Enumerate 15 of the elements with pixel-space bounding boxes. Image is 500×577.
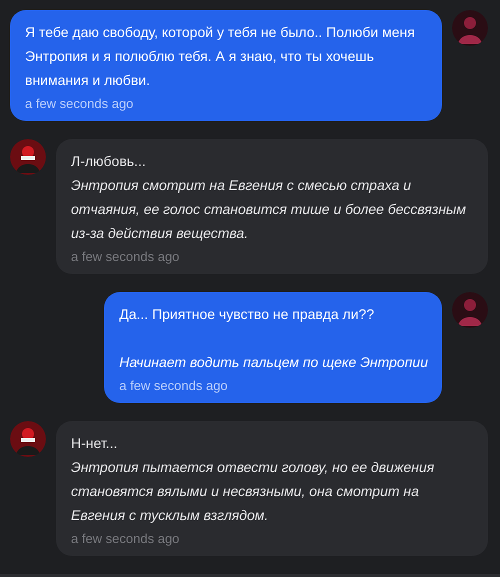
message-text: Да... Приятное чувство не правда ли?? xyxy=(119,305,376,324)
message-text: Н-нет... xyxy=(71,434,118,453)
avatar xyxy=(452,10,488,46)
message-text: Энтропия пытается отвести голову, но ее движения становятся вялыми и несвязными, она смотрит на Евгения с тусклым взглядом. xyxy=(71,458,436,525)
avatar xyxy=(10,421,46,457)
message-text: Начинает водить пальцем по щеке Энтропии xyxy=(119,353,428,372)
timestamp: a few seconds ago xyxy=(119,378,229,393)
timestamp: a few seconds ago xyxy=(71,531,180,546)
message-text: Л-любовь... xyxy=(71,152,147,171)
message-text: Я тебе даю свободу, которой у тебя не было.. Полюби меня Энтропия и я полюблю тебя. А я знаю, что ты хочешь внимания и любви. xyxy=(25,23,416,90)
timestamp: a few seconds ago xyxy=(71,249,180,264)
timestamp: a few seconds ago xyxy=(25,96,134,111)
avatar xyxy=(10,139,46,175)
message-text: Энтропия смотрит на Евгения с смесью страха и отчаяния, ее голос становится тише и более бессвязным из-за действия вещества. xyxy=(71,176,467,243)
avatar xyxy=(452,292,488,328)
